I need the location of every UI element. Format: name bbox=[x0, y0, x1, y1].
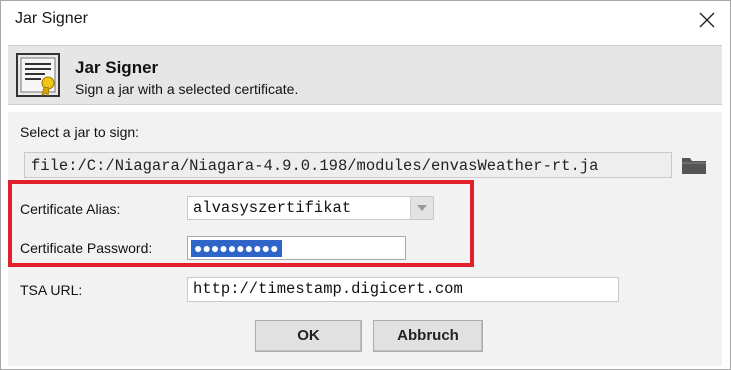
cancel-button[interactable]: Abbruch bbox=[373, 320, 483, 352]
jar-path-field[interactable]: file:/C:/Niagara/Niagara-4.9.0.198/modul… bbox=[24, 152, 672, 178]
dialog-header: Jar Signer Sign a jar with a selected ce… bbox=[8, 45, 722, 105]
tsa-url-value: http://timestamp.digicert.com bbox=[193, 280, 463, 298]
tsa-url-field[interactable]: http://timestamp.digicert.com bbox=[187, 277, 619, 302]
ok-button[interactable]: OK bbox=[255, 320, 362, 352]
title-bar: Jar Signer bbox=[1, 1, 730, 39]
window-title: Jar Signer bbox=[15, 10, 88, 27]
jar-signer-dialog: Jar Signer Jar Signer Sign a jar with a … bbox=[0, 0, 731, 370]
header-subtitle: Sign a jar with a selected certificate. bbox=[75, 81, 299, 97]
folder-icon[interactable] bbox=[680, 154, 708, 176]
annotation-highlight-box bbox=[8, 180, 474, 267]
jar-label: Select a jar to sign: bbox=[20, 124, 140, 140]
close-icon bbox=[699, 12, 715, 28]
header-title: Jar Signer bbox=[75, 58, 159, 77]
close-button[interactable] bbox=[690, 4, 724, 36]
dialog-body: Select a jar to sign: file:/C:/Niagara/N… bbox=[8, 112, 722, 366]
tsa-label: TSA URL: bbox=[20, 282, 83, 298]
certificate-icon bbox=[16, 53, 60, 98]
